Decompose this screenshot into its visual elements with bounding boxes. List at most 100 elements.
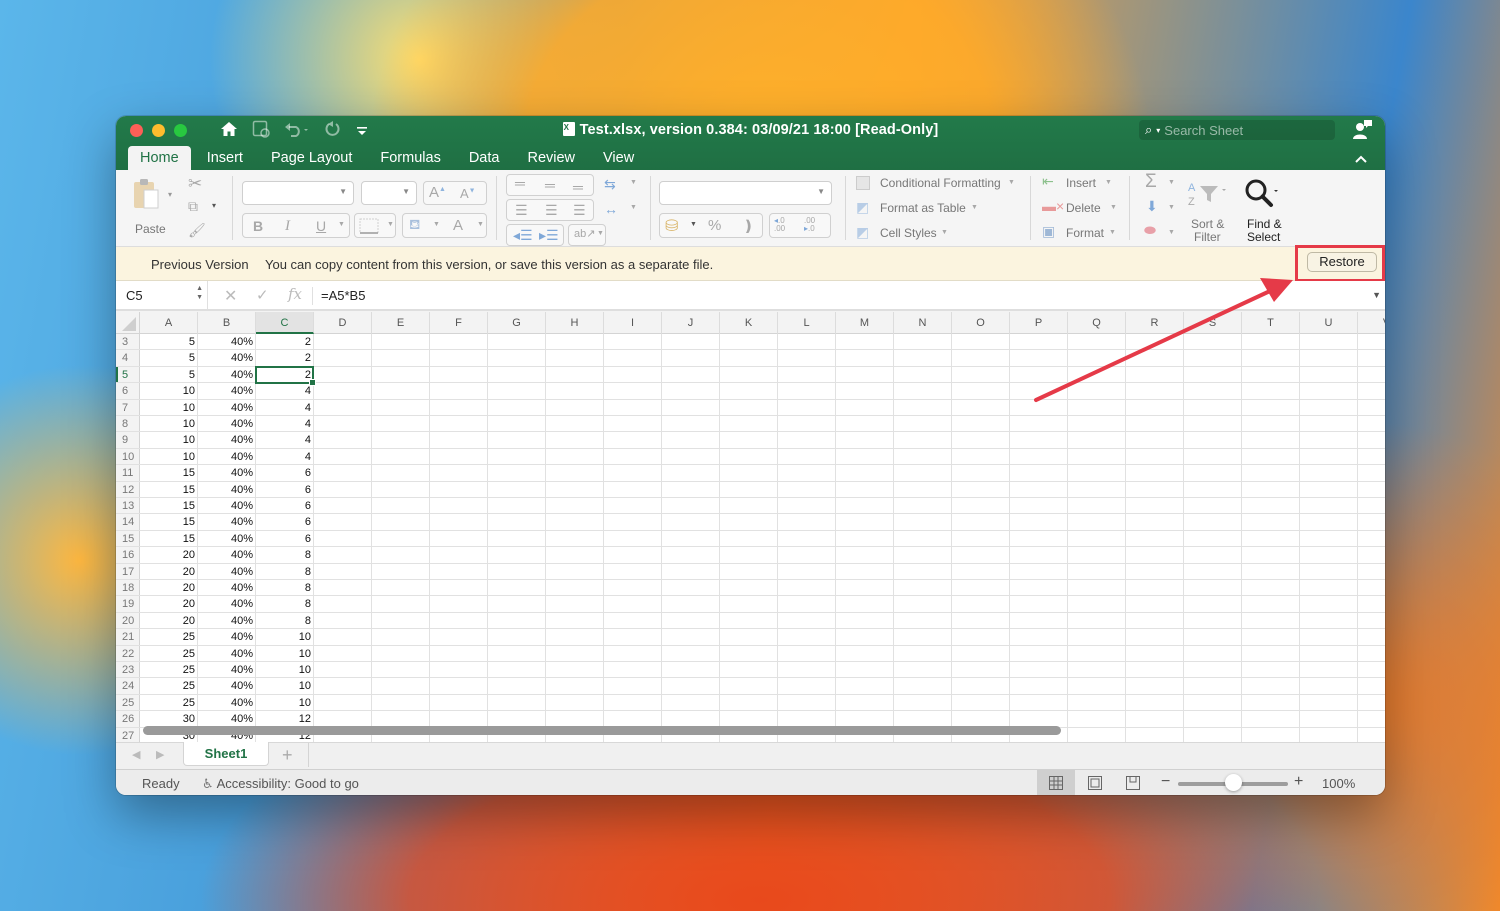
page-layout-view-button[interactable] <box>1076 770 1114 795</box>
decrease-indent-icon[interactable]: ◂☰ <box>513 227 533 244</box>
row-header[interactable]: 4 <box>116 350 140 366</box>
row-header[interactable]: 26 <box>116 711 140 727</box>
row-header[interactable]: 6 <box>116 383 140 399</box>
cell-b[interactable]: 40% <box>198 662 256 677</box>
paste-dropdown-icon[interactable]: ▾ <box>168 190 172 199</box>
autosum-icon[interactable]: Σ <box>1145 171 1157 193</box>
cell-a[interactable]: 10 <box>140 383 198 398</box>
cell-a[interactable]: 20 <box>140 580 198 595</box>
wrap-text-icon[interactable]: ⇆ <box>604 176 616 193</box>
cell-c[interactable]: 6 <box>256 514 314 529</box>
row-header[interactable]: 25 <box>116 694 140 711</box>
cell-b[interactable]: 40% <box>198 432 256 447</box>
font-name-select[interactable]: ▼ <box>242 181 354 205</box>
column-header-c[interactable]: C <box>256 312 314 334</box>
select-all-button[interactable] <box>116 312 140 334</box>
row-header[interactable]: 8 <box>116 416 140 432</box>
sort-filter-button[interactable]: AZ Sort & Filter <box>1186 176 1232 244</box>
column-header-d[interactable]: D <box>314 312 372 334</box>
cell-a[interactable]: 25 <box>140 662 198 677</box>
underline-dropdown-icon[interactable]: ▼ <box>338 221 345 228</box>
bold-button[interactable]: B <box>253 218 263 234</box>
find-select-button[interactable]: Find & Select <box>1242 176 1292 244</box>
sheet-tab-sheet1[interactable]: Sheet1 <box>183 742 269 766</box>
row-header[interactable]: 27 <box>116 727 140 742</box>
accounting-format-icon[interactable]: ⛁ <box>665 216 678 236</box>
cell-c[interactable]: 6 <box>256 531 314 546</box>
font-size-select[interactable]: ▼ <box>361 181 417 205</box>
cell-b[interactable]: 40% <box>198 547 256 562</box>
restore-button[interactable]: Restore <box>1307 252 1377 272</box>
cell-c[interactable]: 4 <box>256 449 314 464</box>
cell-c[interactable]: 4 <box>256 416 314 431</box>
column-header-k[interactable]: K <box>720 312 778 334</box>
column-header-g[interactable]: G <box>488 312 546 334</box>
increase-decimal-icon[interactable]: ◂.0.00 <box>774 217 785 233</box>
cell-a[interactable]: 15 <box>140 531 198 546</box>
row-header[interactable]: 24 <box>116 678 140 694</box>
comma-style-icon[interactable]: ❫ <box>742 217 755 235</box>
cell-b[interactable]: 40% <box>198 350 256 365</box>
tab-data[interactable]: Data <box>457 146 512 170</box>
paste-button[interactable]: ▾ Paste <box>128 176 174 236</box>
share-icon[interactable] <box>1351 119 1372 139</box>
column-header-t[interactable]: T <box>1242 312 1300 334</box>
font-color-icon[interactable]: A <box>453 217 463 234</box>
cell-c[interactable]: 8 <box>256 547 314 562</box>
previous-sheet-icon[interactable]: ◀ <box>132 748 140 761</box>
cell-a[interactable]: 5 <box>140 350 198 365</box>
formula-input[interactable]: =A5*B5 <box>321 288 365 303</box>
column-header-e[interactable]: E <box>372 312 430 334</box>
cell-a[interactable]: 20 <box>140 547 198 562</box>
orientation-button[interactable]: ab↗ ▼ <box>568 224 606 246</box>
row-header[interactable]: 17 <box>116 563 140 579</box>
cell-c[interactable]: 10 <box>256 678 314 693</box>
collapse-ribbon-icon[interactable] <box>1355 152 1367 166</box>
align-center-icon[interactable]: ☰ <box>545 202 558 219</box>
normal-view-button[interactable] <box>1037 770 1075 795</box>
column-header-o[interactable]: O <box>952 312 1010 334</box>
row-header[interactable]: 11 <box>116 465 140 481</box>
cell-b[interactable]: 40% <box>198 498 256 513</box>
percent-style-button[interactable]: % <box>708 217 721 234</box>
row-header[interactable]: 13 <box>116 498 140 514</box>
column-header-r[interactable]: R <box>1126 312 1184 334</box>
cell-c[interactable]: 10 <box>256 662 314 677</box>
italic-button[interactable]: I <box>285 218 290 235</box>
decrease-font-size-icon[interactable]: A▼ <box>460 186 476 201</box>
tab-page-layout[interactable]: Page Layout <box>259 146 364 170</box>
cell-c[interactable]: 4 <box>256 400 314 415</box>
underline-button[interactable]: U <box>316 218 326 234</box>
cell-c[interactable]: 6 <box>256 498 314 513</box>
cell-c[interactable]: 8 <box>256 613 314 628</box>
column-header-p[interactable]: P <box>1010 312 1068 334</box>
cell-c[interactable]: 8 <box>256 580 314 595</box>
cell-b[interactable]: 40% <box>198 514 256 529</box>
align-top-icon[interactable]: ═ <box>515 175 525 191</box>
cancel-icon[interactable]: ✕ <box>224 286 237 306</box>
number-format-select[interactable]: ▼ <box>659 181 832 205</box>
page-break-view-button[interactable] <box>1114 770 1152 795</box>
row-header[interactable]: 16 <box>116 547 140 563</box>
enter-icon[interactable]: ✓ <box>256 286 269 304</box>
cell-b[interactable]: 40% <box>198 383 256 398</box>
cell-a[interactable]: 25 <box>140 629 198 644</box>
cell-a[interactable]: 20 <box>140 564 198 579</box>
row-header[interactable]: 14 <box>116 514 140 530</box>
cell-b[interactable]: 40% <box>198 596 256 611</box>
cell-b[interactable]: 40% <box>198 629 256 644</box>
column-header-m[interactable]: M <box>836 312 894 334</box>
tab-formulas[interactable]: Formulas <box>368 146 452 170</box>
row-header[interactable]: 9 <box>116 432 140 448</box>
name-box-stepper-icon[interactable]: ▲ ▼ <box>196 284 203 302</box>
column-header-n[interactable]: N <box>894 312 952 334</box>
align-middle-icon[interactable]: ═ <box>545 177 555 193</box>
next-sheet-icon[interactable]: ▶ <box>156 748 164 761</box>
row-header[interactable]: 23 <box>116 662 140 678</box>
row-header[interactable]: 15 <box>116 530 140 547</box>
clear-icon[interactable]: ⬬ <box>1144 222 1156 239</box>
borders-button[interactable]: ▼ <box>354 213 396 238</box>
column-header-u[interactable]: U <box>1300 312 1358 334</box>
cell-a[interactable]: 15 <box>140 482 198 497</box>
insert-function-icon[interactable]: fx <box>288 285 302 303</box>
